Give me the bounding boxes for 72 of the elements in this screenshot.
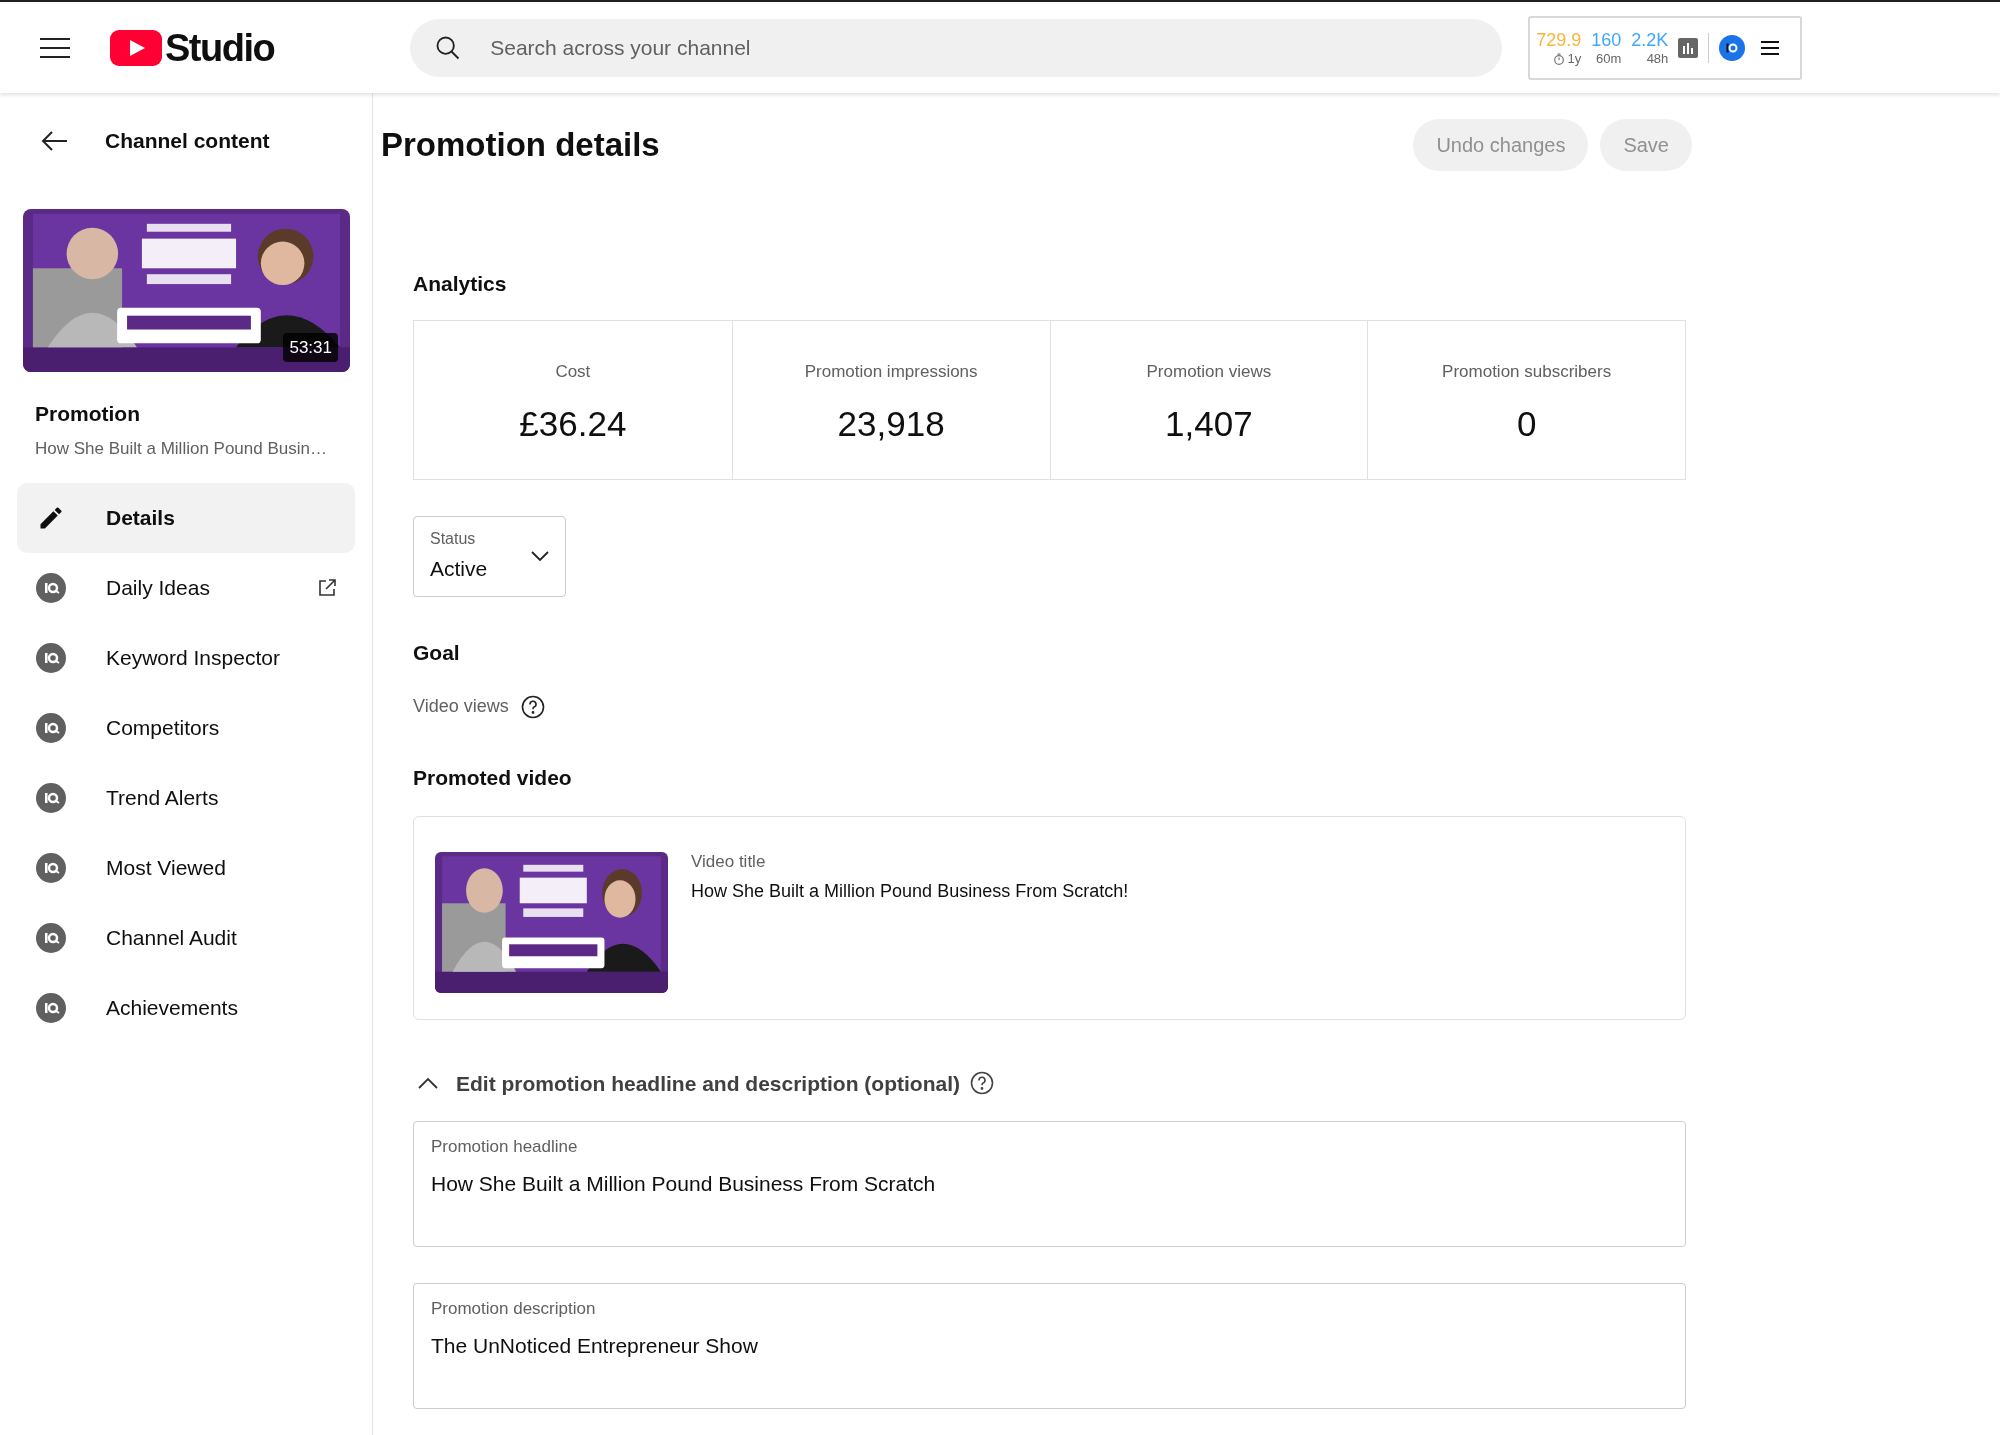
chevron-down-icon (531, 551, 549, 561)
sidebar-item[interactable]: Keyword Inspector (17, 623, 355, 693)
stat-period: 48h (1646, 51, 1669, 66)
sidebar-label: Achievements (106, 995, 239, 1022)
magnifier-badge-icon (36, 643, 66, 673)
field-value: The UnNoticed Entrepreneur Show (431, 1332, 759, 1359)
play-logo-icon (110, 29, 162, 66)
text-field[interactable]: Promotion headline How She Built a Million Pound Business From Scratch (413, 1121, 1686, 1247)
menu-icon[interactable] (40, 35, 70, 60)
bar-chart-icon[interactable] (1678, 37, 1699, 58)
field-label: Video title (691, 850, 767, 873)
sidebar-label: Channel Audit (106, 925, 238, 952)
magnifier-badge-icon (36, 573, 66, 603)
external-link-icon[interactable] (317, 578, 337, 598)
stat-period: 1y (1567, 51, 1582, 66)
logo-text: Studio (165, 28, 275, 67)
metric-label: Promotion subscribers (1442, 360, 1612, 383)
status-dropdown[interactable]: Status Active (413, 515, 566, 597)
video-title: How She Built a Million Pound Business From Scratch! (691, 880, 1129, 903)
timer-icon (1552, 52, 1565, 65)
help-icon[interactable] (970, 1071, 994, 1096)
magnifier-badge-icon (36, 993, 66, 1023)
goal-value: Video views (413, 695, 509, 718)
stat-period: 60m (1596, 51, 1622, 66)
page-title: Promotion details (381, 125, 660, 166)
sidebar-label: Keyword Inspector (106, 645, 281, 672)
magnifier-badge-icon (36, 783, 66, 813)
back-link[interactable]: Channel content (105, 125, 270, 157)
stat-value: 729.9 (1536, 29, 1582, 51)
sidebar-item[interactable]: Details (17, 483, 355, 553)
back-arrow-icon[interactable] (40, 129, 68, 153)
help-icon[interactable] (520, 694, 545, 719)
section-heading: Goal (413, 639, 461, 666)
sidebar-label: Daily Ideas (106, 575, 211, 602)
stat-value: 2.2K (1631, 29, 1669, 51)
chevron-up-icon[interactable] (418, 1077, 438, 1090)
metric-value: 23,918 (837, 403, 945, 445)
metric-label: Promotion views (1146, 360, 1272, 383)
video-title: How She Built a Million Pound Busin… (35, 437, 328, 460)
field-label: Promotion headline (431, 1136, 579, 1158)
metric-label: Cost (555, 360, 591, 383)
sidebar-label: Competitors (106, 715, 221, 742)
search-field[interactable]: Search across your channel (410, 18, 1503, 77)
sidebar-item[interactable]: Trend Alerts (17, 763, 355, 833)
sidebar-label: Most Viewed (106, 855, 227, 882)
sidebar-item[interactable]: Achievements (17, 973, 355, 1043)
sidebar-item[interactable]: Daily Ideas (17, 553, 355, 623)
section-toggle[interactable]: Edit promotion headline and description (optional) (456, 1067, 960, 1099)
sidebar-label: Details (106, 505, 176, 532)
sidebar-item[interactable]: Channel Audit (17, 903, 355, 973)
dropdown-label: Status (430, 529, 477, 550)
sidebar-item[interactable]: Most Viewed (17, 833, 355, 903)
field-value: How She Built a Million Pound Business From Scratch (431, 1170, 937, 1197)
metric-value: 1,407 (1165, 403, 1253, 445)
metric-value: £36.24 (519, 403, 627, 445)
stat-value: 160 (1591, 29, 1622, 51)
metric-value: 0 (1516, 403, 1537, 445)
sidebar-item[interactable]: Competitors (17, 693, 355, 763)
magnifier-badge-icon (36, 713, 66, 743)
magnifier-badge-icon (36, 923, 66, 953)
sidebar-label: Trend Alerts (106, 785, 220, 812)
field-label: Promotion description (431, 1298, 597, 1320)
dropdown-value: Active (430, 556, 489, 583)
text-field[interactable]: Promotion description The UnNoticed Entrepreneur Show (413, 1283, 1686, 1409)
duration-badge: 53:31 (283, 332, 338, 362)
section-heading: Analytics (413, 271, 508, 297)
section-title: Promotion (35, 401, 141, 427)
magnifier-badge-icon[interactable] (1719, 34, 1746, 61)
section-heading: Promoted video (413, 765, 573, 791)
metric-label: Promotion impressions (804, 360, 978, 383)
menu-icon[interactable] (1761, 40, 1780, 55)
magnifier-badge-icon (36, 853, 66, 883)
